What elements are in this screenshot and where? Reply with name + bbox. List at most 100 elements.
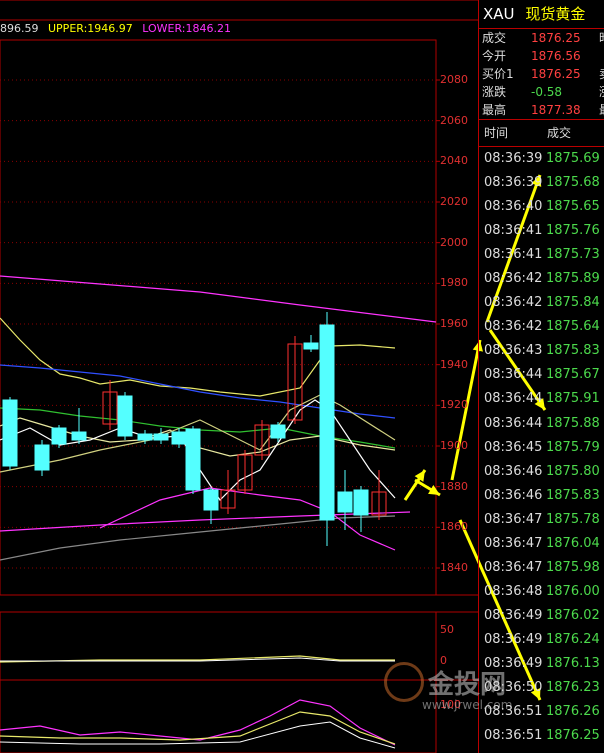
candle-body: [319, 324, 335, 521]
tick-price: 1875.79: [546, 439, 600, 455]
tick-row[interactable]: 08:36:49 1876.24: [479, 628, 604, 652]
tick-time: 08:36:49: [484, 631, 543, 647]
candle-body: [71, 431, 87, 441]
candle-body: [303, 342, 319, 350]
tick-time: 08:36:48: [484, 583, 543, 599]
tick-row[interactable]: 08:36:51 1876.25: [479, 724, 604, 748]
tick-row[interactable]: 08:36:42 1875.89: [479, 267, 604, 291]
tick-time: 08:36:41: [484, 247, 543, 263]
candle-body: [137, 433, 153, 441]
quote-value: 1877.38: [531, 103, 581, 117]
candle-body: [185, 428, 201, 491]
tick-row[interactable]: 08:36:49 1876.02: [479, 604, 604, 628]
price-axis-label: 2000: [440, 235, 468, 249]
tick-row[interactable]: 08:36:41 1875.76: [479, 219, 604, 243]
price-axis-label: 2080: [440, 73, 468, 86]
quote-row: 今开 1876.56: [479, 47, 604, 65]
sub2-line: [0, 721, 396, 749]
candle-body: [353, 489, 369, 516]
tick-price: 1875.73: [546, 247, 600, 263]
tick-row[interactable]: 08:36:47 1875.78: [479, 508, 604, 532]
tick-row[interactable]: 08:36:47 1876.04: [479, 532, 604, 556]
tick-price: 1875.67: [546, 367, 600, 383]
tick-time: 08:36:40: [484, 199, 543, 215]
candle-body: [153, 433, 169, 441]
price-axis-label: 1880: [440, 479, 468, 493]
boll-upper-line: [0, 275, 437, 323]
tick-price: 1875.89: [546, 271, 600, 287]
sub1-panel-frame: [0, 611, 437, 681]
tick-row[interactable]: 08:36:44 1875.88: [479, 412, 604, 436]
quote-extra: 昨: [599, 29, 604, 47]
tick-row[interactable]: 08:36:48 1876.00: [479, 580, 604, 604]
quote-value: 1876.56: [531, 49, 581, 63]
tick-row[interactable]: 08:36:44 1875.67: [479, 363, 604, 387]
tick-price: 1876.02: [546, 607, 600, 623]
tick-time: 08:36:42: [484, 319, 543, 335]
tick-time: 08:36:44: [484, 415, 543, 431]
tick-list[interactable]: 08:36:39 1875.69 08:36:39 1875.68 08:36:40 18…: [479, 147, 604, 748]
watermark-logo: 金投网 www.jrwel.com: [384, 662, 512, 712]
tick-row[interactable]: 08:36:47 1875.98: [479, 556, 604, 580]
candle-body: [117, 395, 133, 437]
tick-row[interactable]: 08:36:43 1875.83: [479, 339, 604, 363]
candle-body: [270, 424, 286, 439]
tick-row[interactable]: 08:36:44 1875.91: [479, 387, 604, 411]
tick-price: 1875.83: [546, 487, 600, 503]
tick-price: 1875.78: [546, 511, 600, 527]
tick-row[interactable]: 08:36:42 1875.64: [479, 315, 604, 339]
tick-time: 08:36:47: [484, 559, 543, 575]
tick-price: 1876.23: [546, 680, 600, 696]
tick-time: 08:36:47: [484, 511, 543, 527]
quote-row: 成交 1876.25 昨: [479, 29, 604, 47]
indicator-value: 896.59: [0, 22, 39, 35]
tick-price: 1875.65: [546, 199, 600, 215]
tick-header-price: 成交: [547, 126, 572, 140]
indicator-lower: LOWER:1846.21: [142, 22, 232, 35]
tick-row[interactable]: 08:36:42 1875.84: [479, 291, 604, 315]
sub2-line: [0, 711, 396, 745]
watermark-emblem-icon: [384, 662, 424, 702]
quote-value: 1876.25: [531, 67, 581, 81]
quote-extra: 涨: [599, 83, 604, 101]
candle-body: [171, 431, 187, 445]
tick-price: 1876.04: [546, 535, 600, 551]
candle-body: [34, 444, 50, 471]
quote-label: 成交: [482, 31, 507, 45]
quote-list: 成交 1876.25 昨今开 1876.56 买价1 1876.25 卖涨跌 -0.58 涨最高…: [479, 29, 604, 119]
price-axis-label: 1980: [440, 276, 468, 290]
quote-label: 今开: [482, 49, 507, 63]
tick-time: 08:36:47: [484, 535, 543, 551]
tick-price: 1875.91: [546, 391, 600, 407]
tick-time: 08:36:39: [484, 151, 543, 166]
tick-row[interactable]: 08:36:46 1875.80: [479, 460, 604, 484]
tick-time: 08:36:44: [484, 391, 543, 407]
tick-row[interactable]: 08:36:40 1875.65: [479, 195, 604, 219]
tick-row[interactable]: 08:36:45 1875.79: [479, 436, 604, 460]
tick-header: 时间 成交: [479, 119, 604, 147]
ma-yellow-line: [0, 317, 396, 397]
tick-price: 1876.00: [546, 583, 600, 599]
candle-body: [337, 491, 353, 513]
candle-body: [203, 489, 219, 511]
price-axis-label: 2060: [440, 113, 468, 127]
quote-extra: 卖: [599, 65, 604, 83]
tick-time: 08:36:45: [484, 439, 543, 455]
sub-axis-label: 50: [440, 623, 454, 636]
tick-row[interactable]: 08:36:41 1875.73: [479, 243, 604, 267]
quote-label: 最高: [482, 103, 507, 117]
tick-row[interactable]: 08:36:39 1875.68: [479, 171, 604, 195]
tick-price: 1876.13: [546, 655, 600, 671]
tick-price: 1875.64: [546, 319, 600, 335]
tick-row[interactable]: 08:36:39 1875.69: [479, 147, 604, 171]
quote-value: -0.58: [531, 85, 563, 99]
price-panel-frame: [0, 39, 437, 596]
tick-time: 08:36:51: [484, 728, 543, 744]
tick-row[interactable]: 08:36:46 1875.83: [479, 484, 604, 508]
tick-time: 08:36:42: [484, 271, 543, 287]
quote-row: 最高 1877.38 最: [479, 101, 604, 119]
tick-time: 08:36:42: [484, 295, 543, 311]
tick-time: 08:36:43: [484, 343, 543, 359]
ma-grey-line: [0, 515, 396, 561]
quote-label: 买价1: [482, 67, 514, 81]
